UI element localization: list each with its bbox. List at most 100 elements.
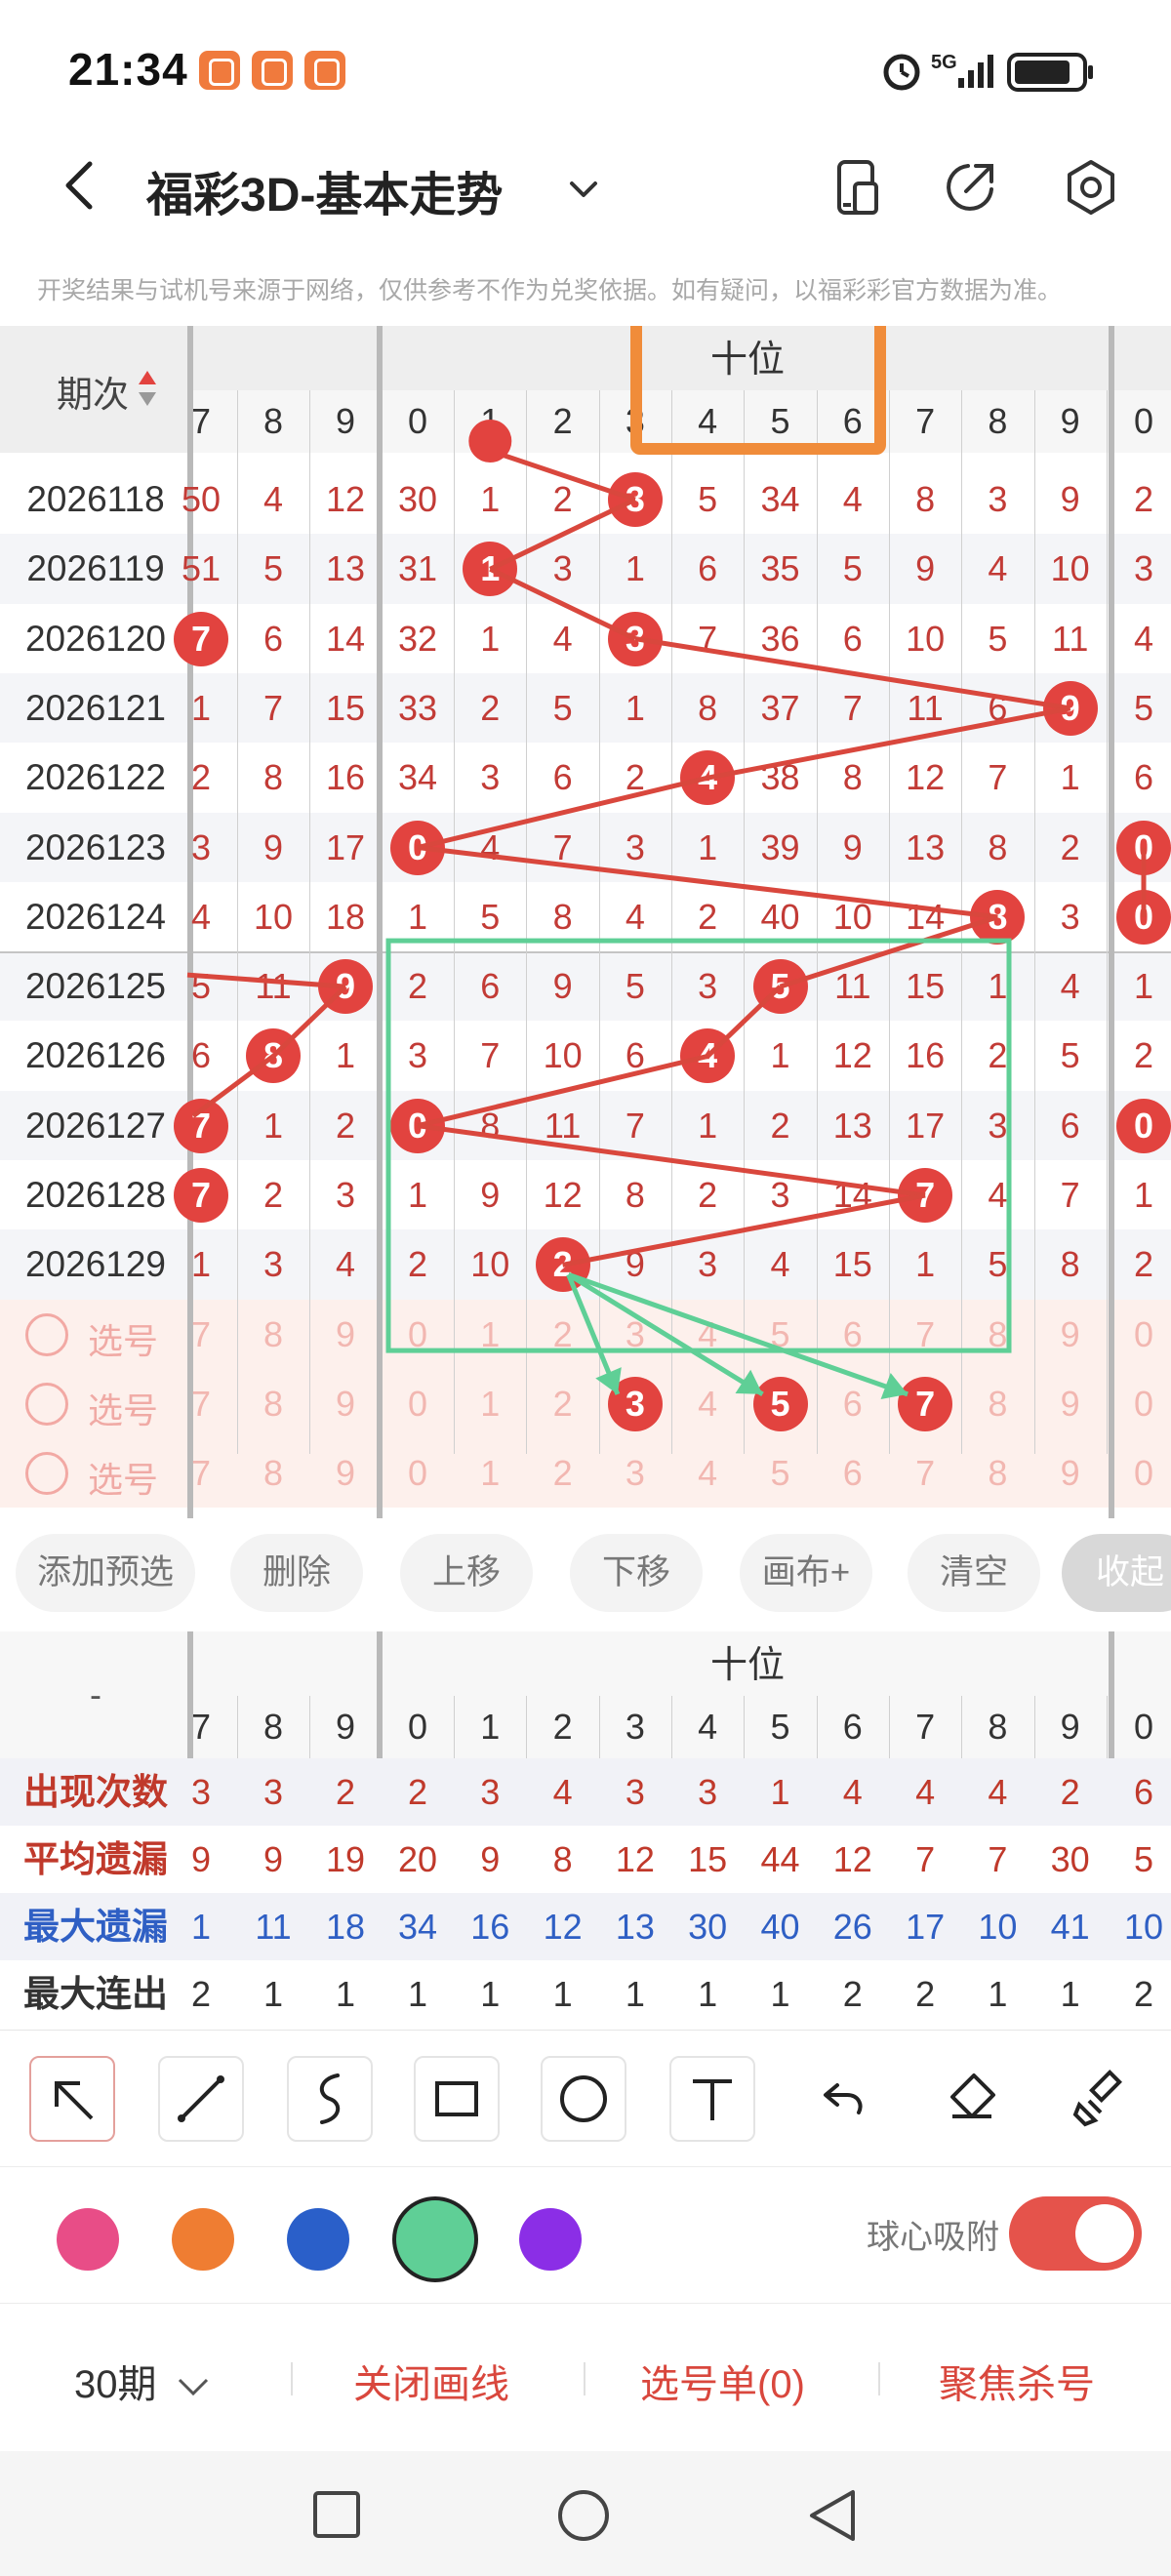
header-digit: 1 bbox=[480, 1707, 501, 1747]
pick-list-button[interactable]: 选号单(0) bbox=[640, 2353, 805, 2409]
disclaimer-text: 开奖结果与试机号来源于网络，仅供参考不作为兑奖依据。如有疑问，以福彩彩官方数据为… bbox=[37, 277, 1063, 304]
period-selector[interactable]: 30期 bbox=[74, 2353, 213, 2409]
snap-toggle[interactable] bbox=[1009, 2196, 1142, 2271]
stat-value: 19 bbox=[325, 1839, 366, 1879]
stat-value: 3 bbox=[698, 1772, 718, 1812]
stat-value: 4 bbox=[988, 1772, 1008, 1812]
trend-line bbox=[706, 985, 783, 1059]
stat-value: 10 bbox=[1123, 1907, 1164, 1947]
stat-value: 18 bbox=[325, 1907, 366, 1947]
curve-tool-icon[interactable] bbox=[287, 2056, 373, 2142]
color-swatch-green-selected[interactable] bbox=[392, 2196, 478, 2282]
chevron-down-icon bbox=[178, 2379, 208, 2396]
header-digit: 8 bbox=[988, 1707, 1008, 1747]
status-time: 21:34 bbox=[68, 44, 188, 95]
status-icons: 5G bbox=[880, 47, 1114, 96]
delete-button[interactable]: 删除 bbox=[230, 1534, 363, 1612]
stat-value: 2 bbox=[915, 1974, 936, 2014]
undo-icon[interactable] bbox=[798, 2056, 884, 2142]
triangle-back-icon[interactable] bbox=[806, 2488, 859, 2543]
arrow-tool-icon[interactable] bbox=[29, 2056, 115, 2142]
stat-value: 2 bbox=[190, 1974, 212, 2014]
text-tool-icon[interactable] bbox=[669, 2056, 755, 2142]
color-palette: 球心吸附 bbox=[0, 2166, 1171, 2303]
stat-value: 26 bbox=[832, 1907, 872, 1947]
stat-value: 4 bbox=[842, 1772, 863, 1812]
stat-value: 16 bbox=[470, 1907, 510, 1947]
stat-value: 1 bbox=[335, 1974, 356, 2014]
line-tool-icon[interactable] bbox=[158, 2056, 244, 2142]
status-bar: 21:34 5G bbox=[0, 0, 1171, 137]
move-down-button[interactable]: 下移 bbox=[570, 1534, 703, 1612]
stat-value: 12 bbox=[832, 1839, 872, 1879]
stat-value: 7 bbox=[915, 1839, 936, 1879]
canvas-plus-button[interactable]: 画布+ bbox=[740, 1534, 872, 1612]
eraser-icon[interactable] bbox=[927, 2056, 1013, 2142]
divider bbox=[584, 2362, 586, 2395]
rectangle-tool-icon[interactable] bbox=[414, 2056, 500, 2142]
toggle-knob bbox=[1075, 2204, 1134, 2263]
stats-corner: - bbox=[90, 1674, 101, 1714]
trend-line bbox=[417, 1053, 708, 1129]
add-preselect-button[interactable]: 添加预选 bbox=[16, 1534, 195, 1612]
page-title[interactable]: 福彩3D-基本走势 bbox=[146, 156, 503, 224]
stat-value: 17 bbox=[906, 1907, 946, 1947]
trend-line bbox=[489, 448, 636, 503]
stat-value: 1 bbox=[988, 1974, 1008, 2014]
stat-value: 2 bbox=[335, 1772, 356, 1812]
settings-icon[interactable] bbox=[1060, 156, 1122, 219]
square-icon[interactable] bbox=[310, 2488, 363, 2541]
trend-line bbox=[271, 985, 347, 1059]
drawing-toolbar bbox=[0, 2030, 1171, 2166]
header-digit: 0 bbox=[407, 1707, 428, 1747]
stat-value: 1 bbox=[770, 1772, 790, 1812]
svg-text:5G: 5G bbox=[931, 52, 957, 73]
color-swatch-purple[interactable] bbox=[519, 2208, 582, 2271]
header-digit: 7 bbox=[190, 1707, 212, 1747]
trend-line bbox=[779, 914, 999, 989]
collapse-button[interactable]: 收起 bbox=[1062, 1534, 1171, 1612]
color-swatch-pink[interactable] bbox=[57, 2208, 119, 2271]
stat-value: 12 bbox=[615, 1839, 655, 1879]
close-drawing-button[interactable]: 关闭画线 bbox=[353, 2353, 509, 2409]
color-swatch-blue[interactable] bbox=[287, 2208, 349, 2271]
focus-kill-button[interactable]: 聚焦杀号 bbox=[939, 2353, 1095, 2409]
back-arrow-icon[interactable] bbox=[53, 156, 111, 215]
stat-value: 10 bbox=[978, 1907, 1018, 1947]
header-digit: 2 bbox=[552, 1707, 573, 1747]
header-digit: 3 bbox=[625, 1707, 645, 1747]
circle-tool-icon[interactable] bbox=[541, 2056, 626, 2142]
move-up-button[interactable]: 上移 bbox=[400, 1534, 533, 1612]
stat-value: 4 bbox=[552, 1772, 573, 1812]
stat-value: 30 bbox=[688, 1907, 728, 1947]
header-digit: 7 bbox=[915, 1707, 936, 1747]
trend-line bbox=[186, 972, 346, 989]
stat-value: 3 bbox=[190, 1772, 212, 1812]
color-swatch-orange[interactable] bbox=[172, 2208, 234, 2271]
app-notification-icon bbox=[252, 51, 293, 90]
circle-icon[interactable] bbox=[556, 2488, 611, 2543]
stat-value: 9 bbox=[262, 1839, 284, 1879]
trend-line bbox=[489, 567, 636, 641]
snap-to-center-label: 球心吸附 bbox=[867, 2219, 999, 2256]
header-digit: 5 bbox=[770, 1707, 790, 1747]
system-navbar bbox=[0, 2451, 1171, 2576]
stat-value: 6 bbox=[1133, 1772, 1154, 1812]
share-icon[interactable] bbox=[939, 156, 1001, 219]
stat-value: 3 bbox=[625, 1772, 645, 1812]
stat-value: 13 bbox=[615, 1907, 655, 1947]
stat-row-label: 最大连出 bbox=[23, 1974, 168, 2014]
partial-ball bbox=[468, 420, 512, 463]
header-digit: 4 bbox=[698, 1707, 718, 1747]
green-rectangle-annotation bbox=[385, 938, 1012, 1353]
stat-value: 30 bbox=[1050, 1839, 1090, 1879]
stat-value: 1 bbox=[770, 1974, 790, 2014]
clear-brush-icon[interactable] bbox=[1056, 2056, 1142, 2142]
phone-split-icon[interactable] bbox=[826, 156, 888, 219]
stat-value: 40 bbox=[760, 1907, 800, 1947]
stat-value: 1 bbox=[552, 1974, 573, 2014]
clear-button[interactable]: 清空 bbox=[908, 1534, 1040, 1612]
stat-value: 12 bbox=[543, 1907, 583, 1947]
bottom-bar: 30期 关闭画线 选号单(0) 聚焦杀号 bbox=[0, 2303, 1171, 2451]
chevron-down-icon[interactable] bbox=[564, 170, 603, 209]
